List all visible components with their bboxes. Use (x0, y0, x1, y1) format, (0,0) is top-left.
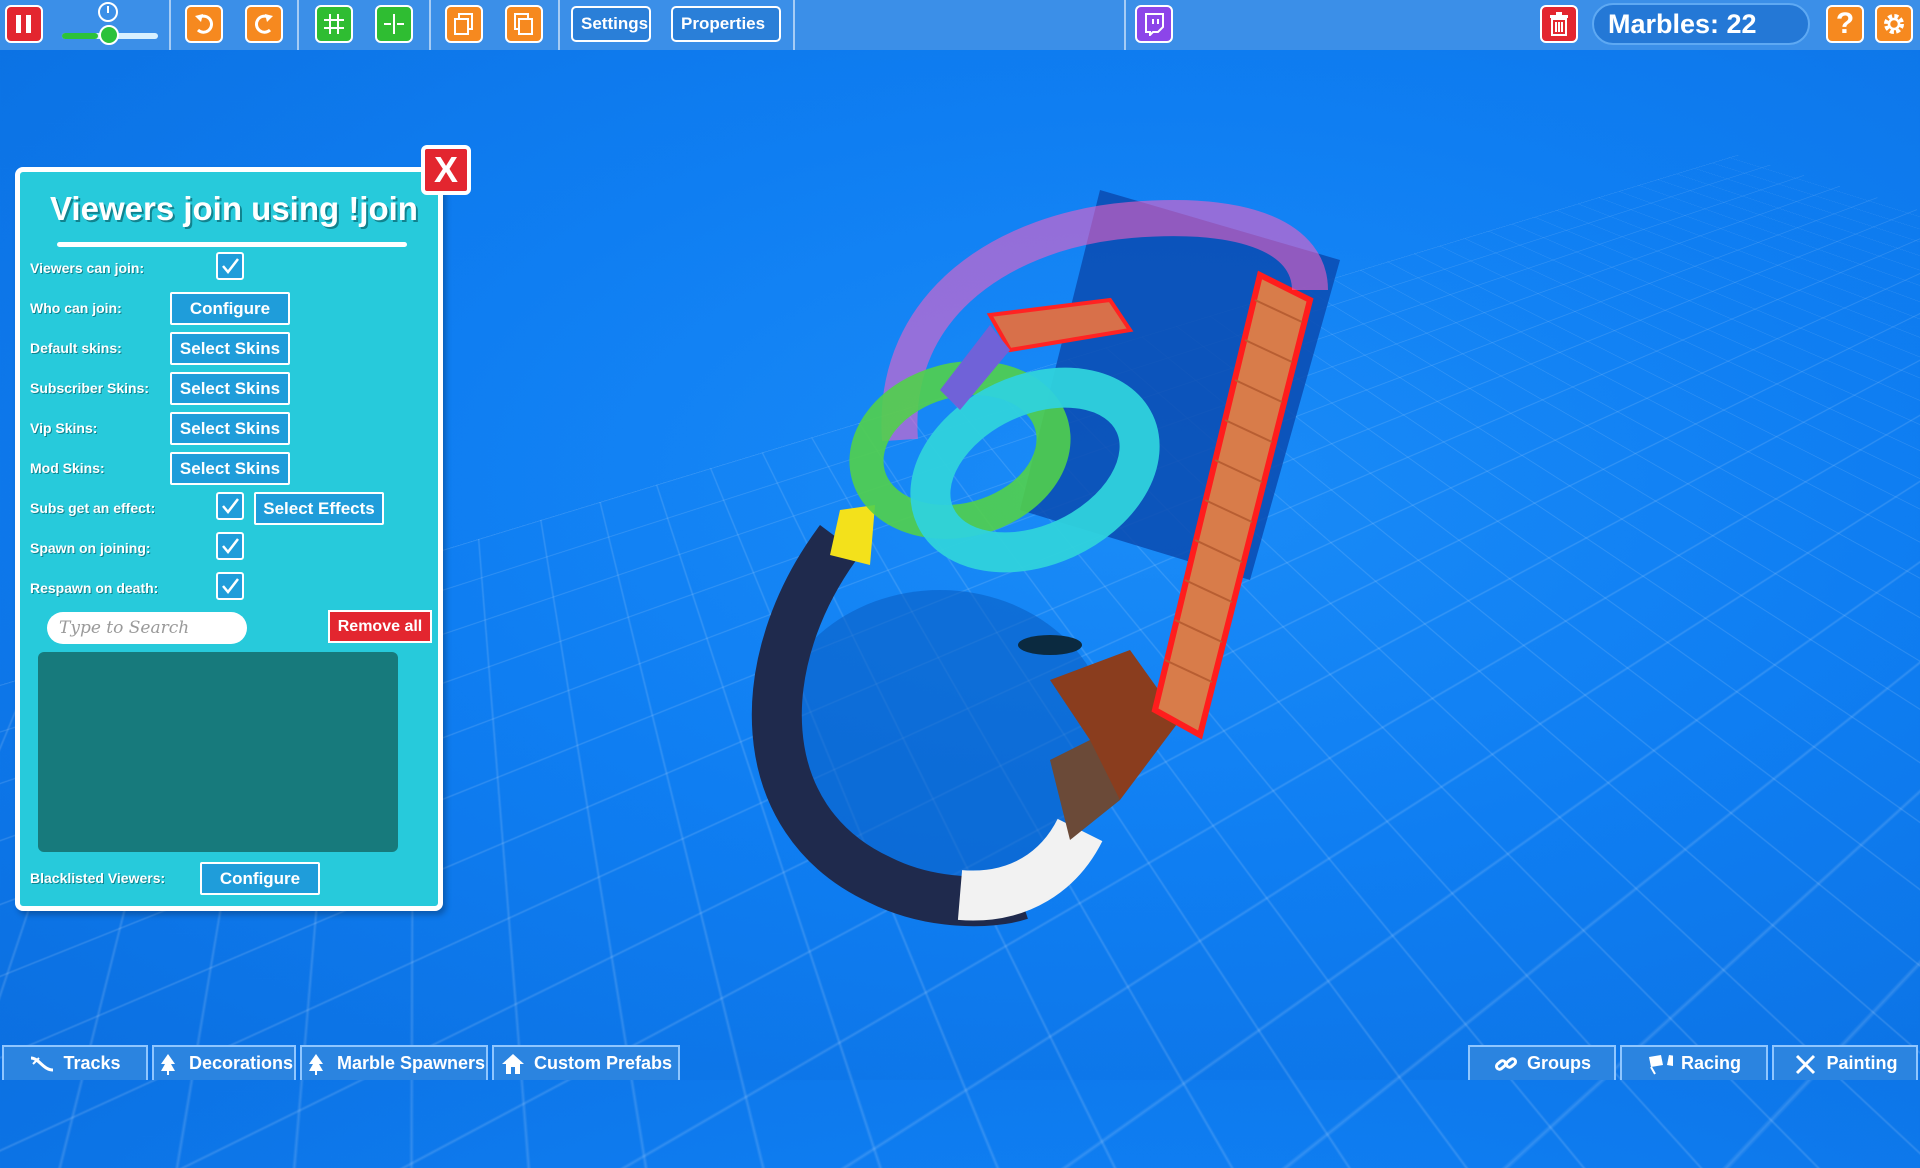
pause-button[interactable] (5, 5, 43, 43)
delete-button[interactable] (1540, 5, 1578, 43)
tree-icon (155, 1053, 181, 1075)
trash-icon (1547, 11, 1571, 37)
configure-who-can-join-button[interactable]: Configure (170, 292, 290, 325)
tab-decorations[interactable]: Decorations (152, 1045, 296, 1080)
panel-title: Viewers join using !join (20, 190, 448, 228)
redo-button[interactable] (245, 5, 283, 43)
link-icon (1493, 1053, 1519, 1075)
copy-icon (452, 12, 476, 36)
grid-toggle-button[interactable] (315, 5, 353, 43)
close-panel-button[interactable]: X (421, 145, 471, 195)
viewer-search-input[interactable] (47, 612, 247, 644)
tab-label: Decorations (189, 1053, 293, 1074)
tab-marble-spawners[interactable]: Marble Spawners (300, 1045, 488, 1080)
checkmark-icon (220, 576, 240, 596)
pause-icon (14, 13, 34, 35)
tab-label: Tracks (63, 1053, 120, 1074)
toolbar-divider (429, 0, 431, 50)
tab-label: Racing (1681, 1053, 1741, 1074)
grid-icon (322, 12, 346, 36)
brush-icon (1793, 1053, 1819, 1075)
twitch-icon (1142, 12, 1166, 36)
configure-blacklist-button[interactable]: Configure (200, 862, 320, 895)
toolbar-divider (297, 0, 299, 50)
gear-icon (1881, 11, 1907, 37)
toolbar-divider (558, 0, 560, 50)
snap-icon (382, 12, 406, 36)
blacklisted-viewers-label: Blacklisted Viewers: (30, 870, 165, 886)
toolbar-divider (1124, 0, 1126, 50)
select-vip-skins-button[interactable]: Select Skins (170, 412, 290, 445)
spawn-on-joining-checkbox[interactable] (216, 532, 244, 560)
vip-skins-label: Vip Skins: (30, 420, 97, 436)
subs-get-effect-checkbox[interactable] (216, 492, 244, 520)
subscriber-skins-label: Subscriber Skins: (30, 380, 149, 396)
help-button[interactable]: ? (1826, 5, 1864, 43)
settings-button[interactable]: Settings (571, 6, 651, 42)
tab-label: Groups (1527, 1053, 1591, 1074)
remove-all-button[interactable]: Remove all (328, 610, 432, 643)
tab-groups[interactable]: Groups (1468, 1045, 1616, 1080)
select-mod-skins-button[interactable]: Select Skins (170, 452, 290, 485)
viewer-list[interactable] (38, 652, 398, 852)
title-divider (57, 242, 407, 247)
undo-button[interactable] (185, 5, 223, 43)
spawn-on-joining-label: Spawn on joining: (30, 540, 151, 556)
viewers-can-join-checkbox[interactable] (216, 252, 244, 280)
subs-get-effect-label: Subs get an effect: (30, 500, 155, 516)
bottom-category-bar: Tracks Decorations Marble Spawners Custo… (0, 1045, 1920, 1080)
checkmark-icon (220, 256, 240, 276)
tab-racing[interactable]: Racing (1620, 1045, 1768, 1080)
toolbar-divider (169, 0, 171, 50)
copy-button[interactable] (445, 5, 483, 43)
marble-counter: Marbles: 22 (1592, 3, 1810, 45)
tab-label: Marble Spawners (337, 1053, 485, 1074)
settings-gear-button[interactable] (1875, 5, 1913, 43)
select-subscriber-skins-button[interactable]: Select Skins (170, 372, 290, 405)
mod-skins-label: Mod Skins: (30, 460, 105, 476)
viewers-can-join-label: Viewers can join: (30, 260, 144, 276)
twitch-button[interactable] (1135, 5, 1173, 43)
tab-label: Painting (1827, 1053, 1898, 1074)
select-effects-button[interactable]: Select Effects (254, 492, 384, 525)
respawn-on-death-label: Respawn on death: (30, 580, 158, 596)
who-can-join-label: Who can join: (30, 300, 122, 316)
marble-track-scene[interactable] (690, 180, 1370, 960)
properties-button[interactable]: Properties (671, 6, 781, 42)
tracks-icon (29, 1053, 55, 1075)
tab-tracks[interactable]: Tracks (2, 1045, 148, 1080)
house-icon (500, 1053, 526, 1075)
top-toolbar: Settings Properties Marbles: 22 ? (0, 0, 1920, 50)
default-skins-label: Default skins: (30, 340, 122, 356)
paste-icon (512, 12, 536, 36)
tab-painting[interactable]: Painting (1772, 1045, 1918, 1080)
checkmark-icon (220, 496, 240, 516)
speed-slider-handle[interactable] (99, 25, 119, 45)
select-default-skins-button[interactable]: Select Skins (170, 332, 290, 365)
respawn-on-death-checkbox[interactable] (216, 572, 244, 600)
paste-button[interactable] (505, 5, 543, 43)
redo-icon (252, 12, 276, 36)
viewer-join-panel: Viewers join using !join Viewers can joi… (15, 167, 443, 911)
clock-icon (98, 2, 118, 22)
flags-icon (1647, 1053, 1673, 1075)
tab-label: Custom Prefabs (534, 1053, 672, 1074)
speed-slider-fill (62, 33, 98, 39)
tree-icon (303, 1053, 329, 1075)
tab-custom-prefabs[interactable]: Custom Prefabs (492, 1045, 680, 1080)
undo-icon (192, 12, 216, 36)
toolbar-divider (793, 0, 795, 50)
snap-button[interactable] (375, 5, 413, 43)
checkmark-icon (220, 536, 240, 556)
